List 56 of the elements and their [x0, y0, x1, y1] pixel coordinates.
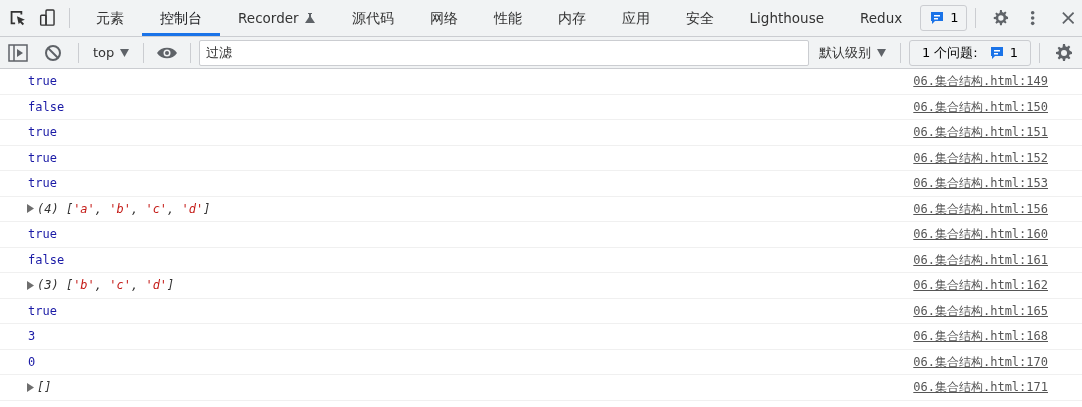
tab[interactable]: 内存 — [539, 0, 604, 36]
levels-dropdown[interactable]: 默认级别 — [812, 42, 892, 63]
source-link[interactable]: 06.集合结构.html:152 — [913, 148, 1048, 167]
source-link[interactable]: 06.集合结构.html:168 — [913, 327, 1048, 346]
array-preview: [] — [37, 379, 52, 397]
log-value: 0 — [28, 353, 36, 371]
log-value: true — [28, 149, 57, 167]
log-value: true — [28, 124, 57, 142]
source-link[interactable]: 06.集合结构.html:162 — [913, 276, 1048, 295]
tab[interactable]: 元素 — [78, 0, 143, 36]
tab[interactable]: 网络 — [411, 0, 476, 36]
tab[interactable]: 源代码 — [333, 0, 412, 36]
expand-icon[interactable] — [26, 280, 34, 290]
array-preview: (3) ['b', 'c', 'd'] — [37, 277, 175, 295]
close-icon[interactable] — [1061, 11, 1074, 25]
source-link[interactable]: 06.集合结构.html:156 — [913, 199, 1048, 218]
issues-button[interactable]: 1 个问题: 1 — [908, 39, 1031, 66]
source-link[interactable]: 06.集合结构.html:160 — [913, 225, 1048, 244]
array-preview: (4) ['a', 'b', 'c', 'd'] — [37, 200, 211, 218]
sidebar-toggle-icon[interactable] — [8, 43, 28, 62]
filter-field[interactable]: 过滤 — [199, 39, 809, 66]
caret-icon — [120, 48, 130, 57]
tab[interactable]: Redux — [842, 0, 921, 36]
more-icon[interactable] — [1030, 9, 1036, 27]
log-value: false — [28, 98, 65, 116]
log-value: true — [28, 175, 57, 193]
context-dropdown[interactable]: top — [87, 42, 136, 63]
tab[interactable]: Lighthouse — [731, 0, 842, 36]
tab[interactable]: Recorder — [220, 0, 334, 36]
clear-console-icon[interactable] — [44, 43, 62, 62]
log-value: true — [28, 73, 57, 91]
tab[interactable]: 应用 — [603, 0, 668, 36]
source-link[interactable]: 06.集合结构.html:170 — [913, 352, 1048, 371]
source-link[interactable]: 06.集合结构.html:150 — [913, 97, 1048, 116]
source-link[interactable]: 06.集合结构.html:171 — [913, 378, 1048, 397]
expand-icon[interactable] — [26, 382, 34, 392]
tab[interactable]: 性能 — [475, 0, 540, 36]
source-link[interactable]: 06.集合结构.html:149 — [913, 72, 1048, 91]
settings-icon[interactable] — [992, 8, 1011, 28]
eye-icon[interactable] — [156, 45, 179, 60]
source-link[interactable]: 06.集合结构.html:161 — [913, 250, 1048, 269]
source-link[interactable]: 06.集合结构.html:165 — [913, 301, 1048, 320]
settings-icon[interactable] — [1054, 42, 1074, 63]
log-value: false — [28, 251, 65, 269]
log-value: true — [28, 302, 57, 320]
log-value: true — [28, 226, 57, 244]
source-link[interactable]: 06.集合结构.html:151 — [913, 123, 1048, 142]
source-link[interactable]: 06.集合结构.html:153 — [913, 174, 1048, 193]
message-icon — [988, 44, 1005, 61]
issues-button[interactable]: 1 — [920, 5, 968, 31]
message-icon — [929, 10, 946, 26]
log-value: 3 — [28, 328, 36, 346]
device-toolbar-icon[interactable] — [37, 7, 58, 29]
tab[interactable]: 安全 — [667, 0, 732, 36]
expand-icon[interactable] — [26, 204, 34, 214]
caret-icon — [876, 48, 886, 57]
